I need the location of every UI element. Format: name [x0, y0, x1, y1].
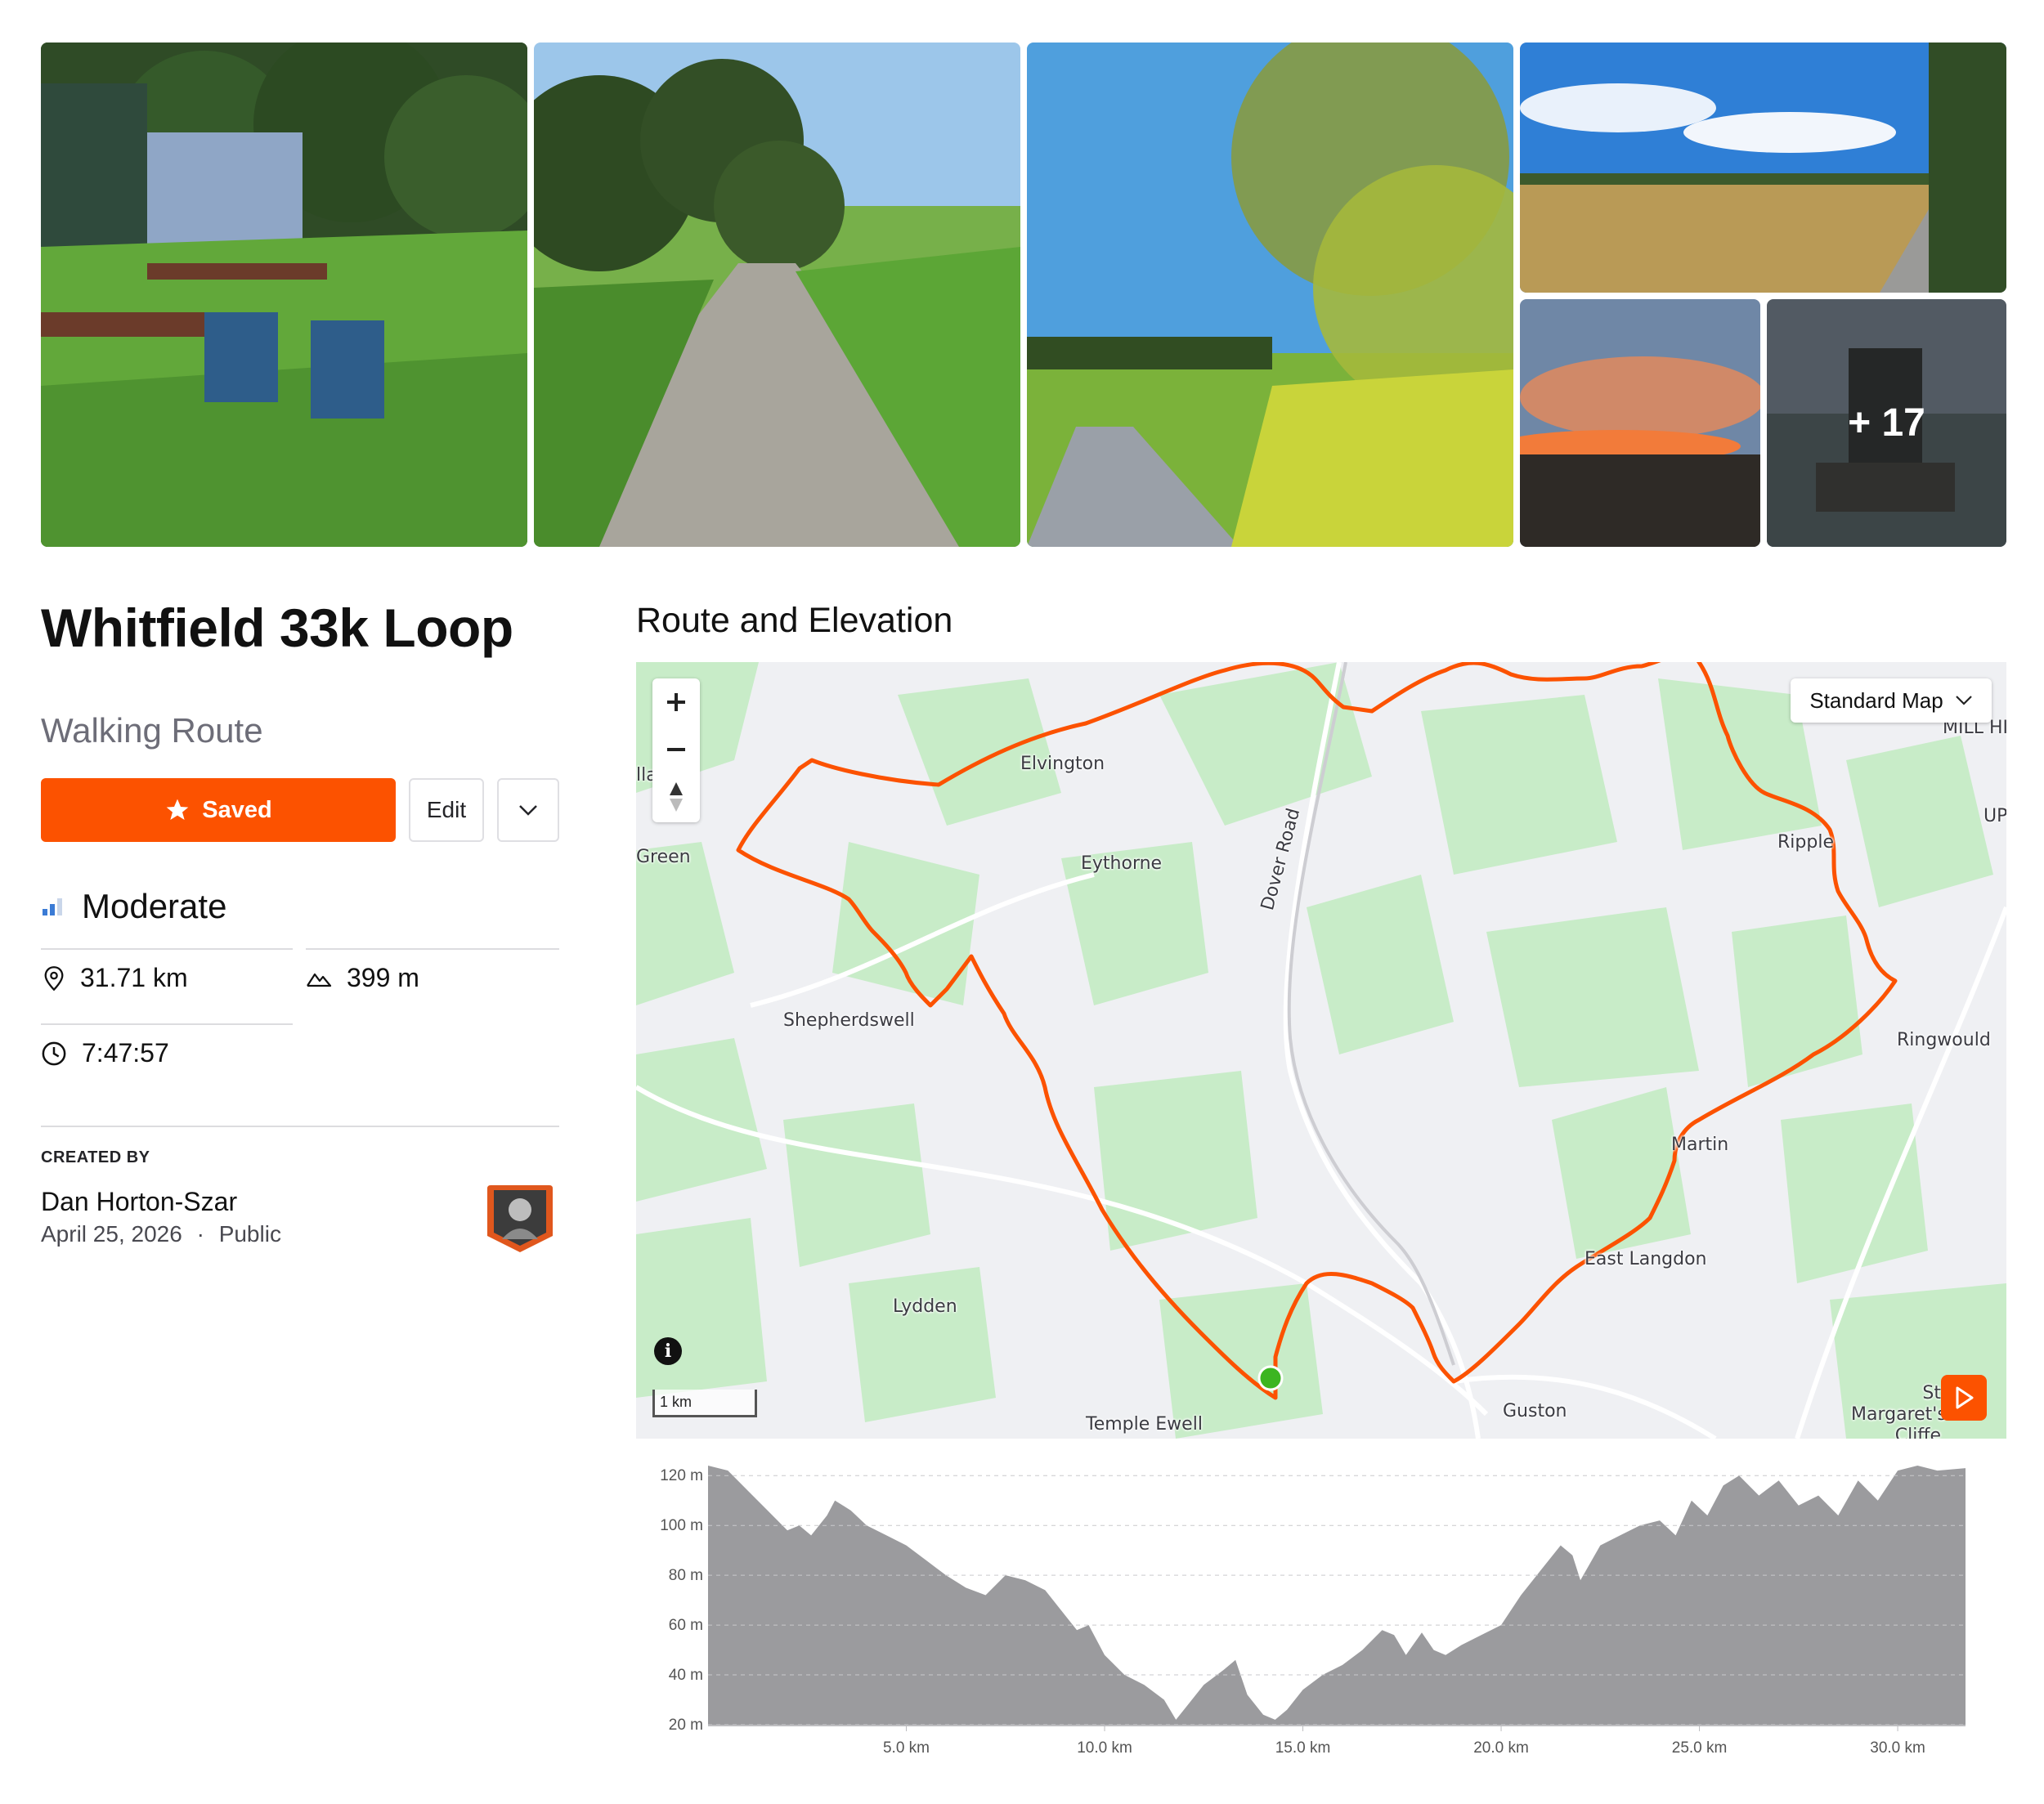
distance-stat: 31.71 km: [43, 963, 188, 993]
place-label: UP: [1983, 806, 2006, 826]
elevation-chart-svg: 20 m 40 m 60 m 80 m 100 m 120 m 5.0 km 10.0 km 1…: [660, 1466, 1966, 1757]
elevation-chart[interactable]: 20 m 40 m 60 m 80 m 100 m 120 m 5.0 km 10.0 km 1…: [636, 1447, 2006, 1774]
divider: [41, 1023, 293, 1025]
y-tick-label: 60 m: [669, 1617, 703, 1634]
chevron-down-icon: [1955, 696, 1972, 705]
more-options-button[interactable]: [497, 778, 559, 842]
duration-value: 7:47:57: [82, 1038, 169, 1068]
play-icon: [1956, 1386, 1974, 1409]
route-map[interactable]: Elvington Eythorne Shepherdswell Green L…: [636, 662, 2006, 1439]
place-label: Elvington: [1020, 754, 1105, 774]
meta-separator: ·: [196, 1221, 204, 1247]
created-date: April 25, 2026: [41, 1221, 182, 1247]
flyover-button[interactable]: [1941, 1375, 1987, 1421]
place-label: East Langdon: [1585, 1249, 1707, 1269]
photo-sunset: [1520, 299, 1760, 547]
compass-icon: [670, 782, 683, 812]
photo-fields: [1520, 43, 2006, 293]
elevation-stat: 399 m: [306, 963, 419, 993]
elevation-area: [708, 1466, 1966, 1725]
place-label: Temple Ewell: [1086, 1414, 1203, 1435]
divider: [306, 948, 559, 950]
info-icon[interactable]: i: [654, 1337, 682, 1365]
distance-value: 31.71 km: [80, 963, 188, 992]
y-tick-label: 40 m: [669, 1667, 703, 1684]
route-elevation-title: Route and Elevation: [636, 601, 953, 640]
star-icon: [166, 799, 189, 820]
zoom-out-button[interactable]: [652, 726, 700, 773]
route-start-marker[interactable]: [1257, 1365, 1284, 1391]
x-tick-label: 20.0 km: [1473, 1739, 1529, 1757]
zoom-in-button[interactable]: [652, 678, 700, 726]
created-by-label: CREATED BY: [41, 1148, 150, 1166]
elevation-value: 399 m: [347, 963, 419, 992]
route-meta: April 25, 2026 · Public: [41, 1221, 281, 1247]
map-canvas: [636, 662, 2006, 1439]
saved-button[interactable]: Saved: [41, 778, 396, 842]
gallery-photo-2[interactable]: [534, 43, 1020, 547]
saved-label: Saved: [202, 796, 272, 823]
place-label: Ringwould: [1897, 1030, 1991, 1050]
x-tick-label: 30.0 km: [1870, 1739, 1925, 1757]
photo-country-lane: [534, 43, 1020, 547]
visibility: Public: [218, 1221, 281, 1247]
author-name[interactable]: Dan Horton-Szar: [41, 1187, 237, 1217]
route-title: Whitfield 33k Loop: [41, 598, 513, 658]
divider: [41, 1126, 559, 1127]
duration-stat: 7:47:57: [41, 1038, 169, 1068]
place-label: Ripple: [1777, 832, 1834, 853]
y-tick-label: 20 m: [669, 1717, 703, 1734]
difficulty: Moderate: [41, 887, 226, 926]
map-style-label: Standard Map: [1809, 687, 1943, 713]
y-tick-label: 80 m: [669, 1567, 703, 1584]
y-tick-label: 100 m: [660, 1517, 703, 1534]
x-tick-label: 25.0 km: [1672, 1739, 1728, 1757]
difficulty-signal-icon: [43, 898, 62, 915]
map-style-select[interactable]: Standard Map: [1791, 678, 1992, 723]
x-tick-label: 10.0 km: [1077, 1739, 1132, 1757]
map-scale: 1 km: [652, 1390, 757, 1417]
plus-icon: [667, 693, 685, 711]
author-avatar-image: [487, 1185, 553, 1252]
photo-picnic-lawn: [41, 43, 527, 547]
place-label: Martin: [1671, 1135, 1729, 1155]
x-tick-label: 5.0 km: [883, 1739, 930, 1757]
gallery-photo-3[interactable]: [1027, 43, 1513, 547]
place-label: Eythorne: [1081, 853, 1163, 874]
minus-icon: [667, 748, 685, 751]
location-pin-icon: [44, 965, 64, 991]
place-label: Lydden: [893, 1296, 957, 1317]
compass-button[interactable]: [652, 773, 700, 821]
edit-button[interactable]: Edit: [409, 778, 484, 842]
place-label: Guston: [1503, 1401, 1567, 1421]
divider: [41, 948, 293, 950]
chevron-down-icon: [519, 805, 537, 816]
gallery-photo-1[interactable]: [41, 43, 527, 547]
gallery-photo-5[interactable]: [1520, 299, 1760, 547]
place-label: Shepherdswell: [783, 1010, 915, 1031]
place-label: St Margaret's Cliffe: [1851, 1383, 1947, 1439]
gallery-photo-4[interactable]: [1520, 43, 2006, 293]
x-tick-label: 15.0 km: [1275, 1739, 1331, 1757]
map-zoom-control: [652, 678, 700, 822]
route-type: Walking Route: [41, 711, 263, 750]
mountain-icon: [307, 973, 332, 987]
avatar[interactable]: [486, 1182, 554, 1254]
place-label: Green: [636, 847, 691, 867]
gallery-photo-6[interactable]: + 17: [1767, 299, 2006, 547]
more-photos-count: + 17: [1767, 299, 2006, 547]
clock-icon: [42, 1041, 66, 1065]
y-tick-label: 120 m: [660, 1467, 703, 1484]
difficulty-label: Moderate: [82, 887, 227, 925]
photo-tree-road: [1027, 43, 1513, 547]
